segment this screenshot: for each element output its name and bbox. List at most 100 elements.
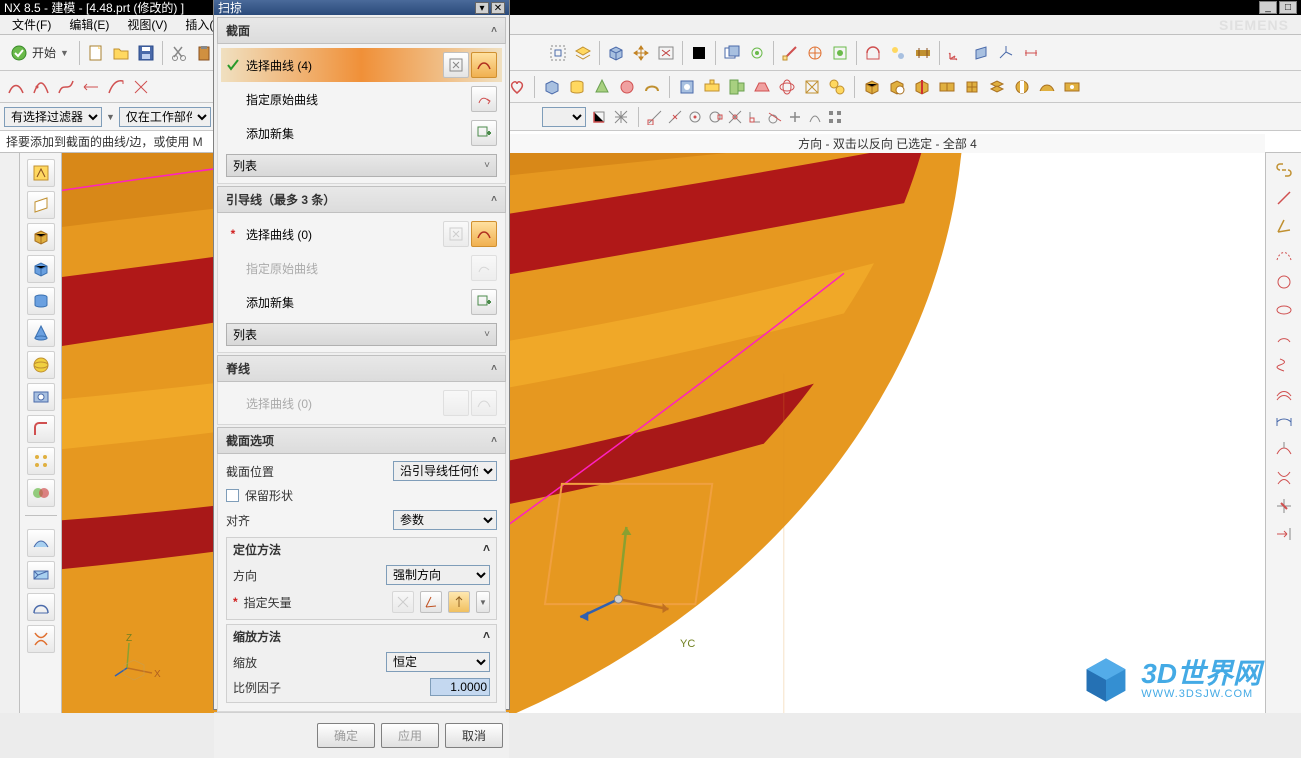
- surface-3-icon[interactable]: [27, 593, 55, 621]
- guide-add-new-row[interactable]: 添加新集: [226, 285, 497, 319]
- alignment-dropdown[interactable]: 参数: [393, 510, 497, 530]
- sphere-icon[interactable]: [27, 351, 55, 379]
- bool-3-icon[interactable]: [910, 75, 934, 99]
- feature-1-icon[interactable]: [675, 75, 699, 99]
- add-new-set-row[interactable]: 添加新集: [226, 116, 497, 150]
- snap-quadrant-icon[interactable]: [707, 109, 723, 125]
- menu-edit[interactable]: 编辑(E): [61, 14, 117, 35]
- feature-3-icon[interactable]: [725, 75, 749, 99]
- bool-1-icon[interactable]: [860, 75, 884, 99]
- open-icon[interactable]: [109, 41, 133, 65]
- snap-1-icon[interactable]: [590, 108, 608, 126]
- select-curve-4-row[interactable]: 选择曲线 (4): [221, 48, 502, 82]
- snap-nearest-icon[interactable]: [807, 109, 823, 125]
- scale-factor-input[interactable]: [430, 678, 490, 696]
- feature-5-icon[interactable]: [775, 75, 799, 99]
- block-icon[interactable]: [27, 223, 55, 251]
- bool-7-icon[interactable]: [1010, 75, 1034, 99]
- section-spine-header[interactable]: 脊线˄: [217, 355, 506, 382]
- guide-opts-button[interactable]: [443, 221, 469, 247]
- curve-tool-5-icon[interactable]: [104, 75, 128, 99]
- tool-b-icon[interactable]: [803, 41, 827, 65]
- feature-2-icon[interactable]: [700, 75, 724, 99]
- solid-5-icon[interactable]: [640, 75, 664, 99]
- bool-5-icon[interactable]: [960, 75, 984, 99]
- direction-dropdown[interactable]: 强制方向: [386, 565, 490, 585]
- snap-grid-icon[interactable]: [827, 109, 843, 125]
- cancel-button[interactable]: 取消: [445, 723, 503, 748]
- extrude-icon[interactable]: [27, 255, 55, 283]
- ellipse-icon[interactable]: [1272, 299, 1296, 321]
- selection-mode-dropdown[interactable]: [542, 107, 586, 127]
- menu-view[interactable]: 视图(V): [119, 14, 175, 35]
- curve-tool-1-icon[interactable]: [4, 75, 28, 99]
- project-icon[interactable]: [1272, 439, 1296, 461]
- snap-plus-icon[interactable]: [787, 109, 803, 125]
- guide-add-button[interactable]: [471, 289, 497, 315]
- guide-select-button[interactable]: [471, 221, 497, 247]
- link-icon[interactable]: [1272, 159, 1296, 181]
- tool-c-icon[interactable]: [828, 41, 852, 65]
- cone-icon[interactable]: [27, 319, 55, 347]
- menu-file[interactable]: 文件(F): [4, 14, 59, 35]
- xyz-icon[interactable]: [994, 41, 1018, 65]
- cut-icon[interactable]: [167, 41, 191, 65]
- select-curve-icon-button[interactable]: [471, 52, 497, 78]
- section-list-dropdown[interactable]: 列表˅: [226, 154, 497, 177]
- csys-icon[interactable]: [944, 41, 968, 65]
- pattern-icon[interactable]: [27, 447, 55, 475]
- apply-button[interactable]: 应用: [381, 723, 439, 748]
- section-guides-header[interactable]: 引导线（最多 3 条）˄: [217, 186, 506, 213]
- solid-4-icon[interactable]: [615, 75, 639, 99]
- solid-1-icon[interactable]: [540, 75, 564, 99]
- dialog-titlebar[interactable]: 扫掠 ▾ ✕: [214, 0, 509, 15]
- solid-3-icon[interactable]: [590, 75, 614, 99]
- measure-icon[interactable]: [778, 41, 802, 65]
- vector-axis-button[interactable]: [420, 591, 442, 613]
- cube-icon[interactable]: [604, 41, 628, 65]
- scope-filter-dropdown[interactable]: 仅在工作部件内: [119, 107, 211, 127]
- trim-icon[interactable]: [1272, 495, 1296, 517]
- line-icon[interactable]: [1272, 187, 1296, 209]
- bool-4-icon[interactable]: [935, 75, 959, 99]
- ok-button[interactable]: 确定: [317, 723, 375, 748]
- bool-2-icon[interactable]: [885, 75, 909, 99]
- bool-9-icon[interactable]: [1060, 75, 1084, 99]
- color-icon[interactable]: [687, 41, 711, 65]
- section-cross-section-header[interactable]: 截面˄: [217, 17, 506, 44]
- datum-icon[interactable]: [27, 191, 55, 219]
- feature-6-icon[interactable]: [800, 75, 824, 99]
- snap-tangent-icon[interactable]: [767, 109, 783, 125]
- sketch-icon[interactable]: [27, 159, 55, 187]
- snap-intersection-icon[interactable]: [727, 109, 743, 125]
- surface-4-icon[interactable]: [27, 625, 55, 653]
- feature-7-icon[interactable]: [825, 75, 849, 99]
- curve-tool-2-icon[interactable]: [29, 75, 53, 99]
- vector-opts-button[interactable]: [392, 591, 414, 613]
- tool-d-icon[interactable]: [861, 41, 885, 65]
- revolve-icon[interactable]: [27, 287, 55, 315]
- start-button[interactable]: 开始 ▼: [4, 42, 75, 64]
- specify-orig-curve-row[interactable]: 指定原始曲线: [226, 82, 497, 116]
- tool-a-icon[interactable]: [654, 41, 678, 65]
- surface-2-icon[interactable]: [27, 561, 55, 589]
- bridge-icon[interactable]: [1272, 411, 1296, 433]
- spline-icon[interactable]: [1272, 243, 1296, 265]
- move-icon[interactable]: [629, 41, 653, 65]
- guide-list-dropdown[interactable]: 列表˅: [226, 323, 497, 346]
- layer-icon[interactable]: [571, 41, 595, 65]
- plane-icon[interactable]: [969, 41, 993, 65]
- bool-8-icon[interactable]: [1035, 75, 1059, 99]
- dialog-close-button[interactable]: ✕: [491, 2, 505, 14]
- surface-1-icon[interactable]: [27, 529, 55, 557]
- curve-tool-4-icon[interactable]: [79, 75, 103, 99]
- section-options-header[interactable]: 截面选项˄: [217, 427, 506, 454]
- extend-icon[interactable]: [1272, 523, 1296, 545]
- boolean-icon[interactable]: [27, 479, 55, 507]
- circle-icon[interactable]: [1272, 271, 1296, 293]
- selection-filter-dropdown[interactable]: 有选择过滤器: [4, 107, 102, 127]
- offset-icon[interactable]: [1272, 383, 1296, 405]
- tool-e-icon[interactable]: [886, 41, 910, 65]
- select-curve-opts-button[interactable]: [443, 52, 469, 78]
- section-position-dropdown[interactable]: 沿引导线任何位: [393, 461, 497, 481]
